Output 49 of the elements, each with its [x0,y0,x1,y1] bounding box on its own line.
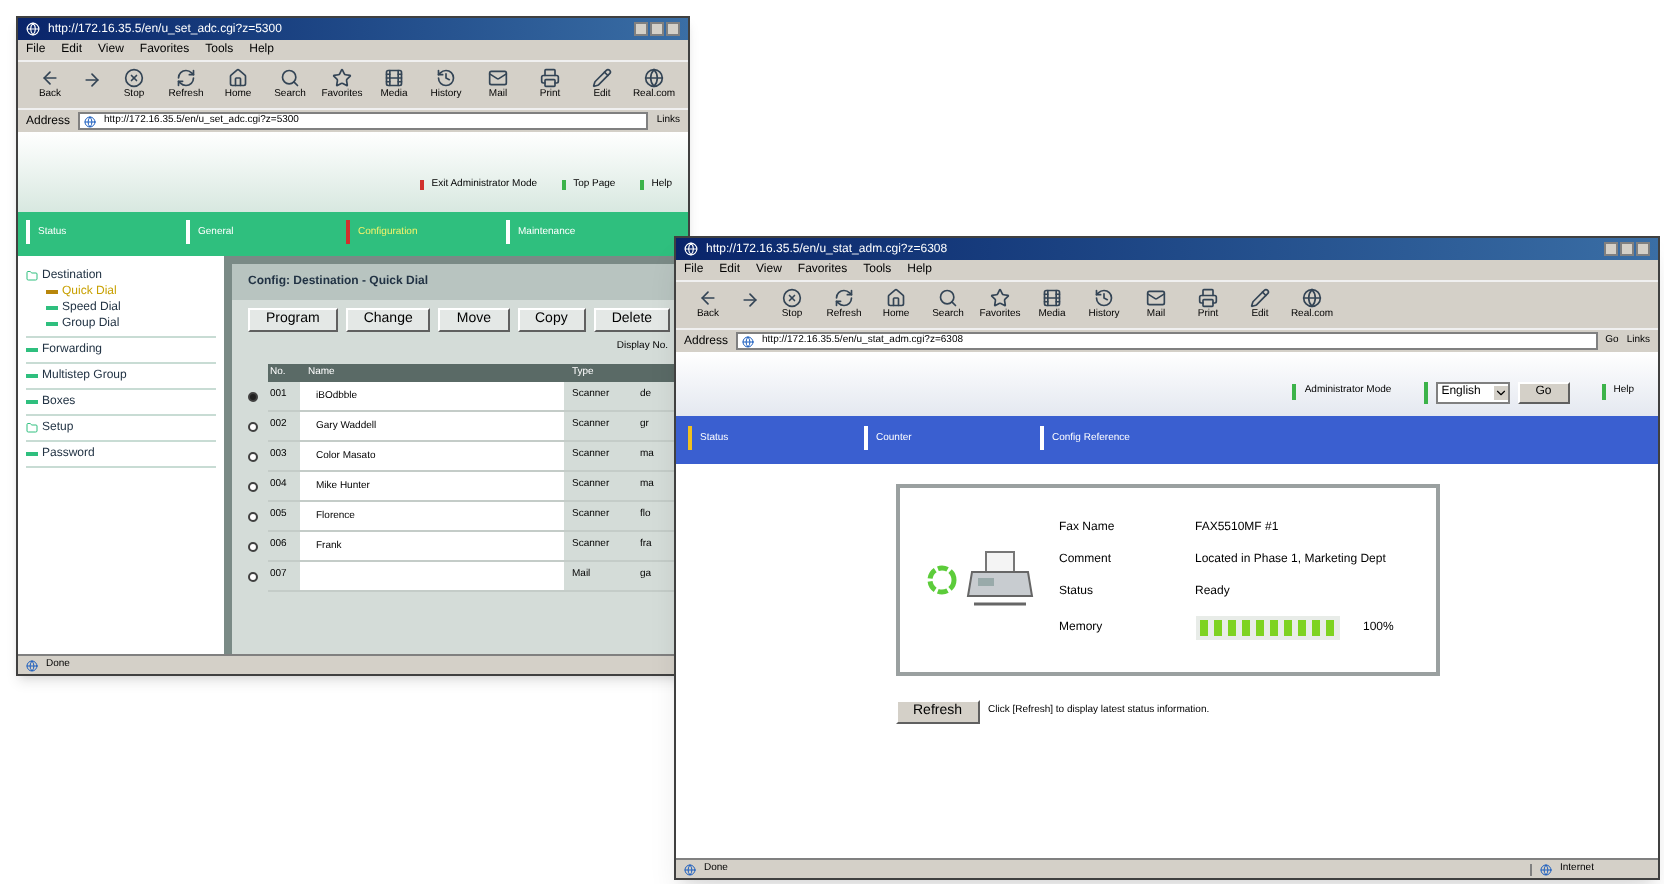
radio-button[interactable] [248,451,258,461]
refresh-icon [176,68,196,88]
radio-button[interactable] [248,511,258,521]
refresh-icon [834,288,854,308]
printer-icon [1198,288,1218,308]
radio-button[interactable] [248,541,258,551]
stop-icon [782,288,802,308]
home-icon [886,288,906,308]
fax-machine-drawing [965,548,1033,612]
film-icon [1042,288,1062,308]
page-icon [26,659,38,671]
radio-button[interactable] [248,391,258,401]
stop-icon [124,68,144,88]
search-icon [280,68,300,88]
star-icon [990,288,1010,308]
search-icon [938,288,958,308]
dropdown-arrow-icon [1493,385,1508,399]
pencil-icon [1250,288,1270,308]
page-icon [84,115,97,127]
globe-icon [1540,863,1552,875]
radio-button[interactable] [248,571,258,581]
back-arrow-icon [40,68,60,88]
radio-button[interactable] [248,421,258,431]
page-icon [684,863,696,875]
star-icon [332,68,352,88]
printer-icon [540,68,560,88]
page-icon [26,22,40,36]
history-icon [436,68,456,88]
mail-icon [1146,288,1166,308]
page-icon [742,335,755,347]
page-icon [684,242,698,256]
maximize-button[interactable] [650,22,664,36]
minimize-button[interactable] [634,22,648,36]
maximize-button[interactable] [1620,242,1634,256]
globe-icon [644,68,664,88]
film-icon [384,68,404,88]
status-ring-icon [925,564,957,596]
minimize-button[interactable] [1604,242,1618,256]
history-icon [1094,288,1114,308]
radio-button[interactable] [248,481,258,491]
close-button[interactable] [1636,242,1650,256]
back-arrow-icon [698,288,718,308]
forward-arrow-icon[interactable] [740,289,760,309]
home-icon [228,68,248,88]
forward-arrow-icon[interactable] [82,69,102,89]
mail-icon [488,68,508,88]
close-button[interactable] [666,22,680,36]
pencil-icon [592,68,612,88]
globe-icon [1302,288,1322,308]
